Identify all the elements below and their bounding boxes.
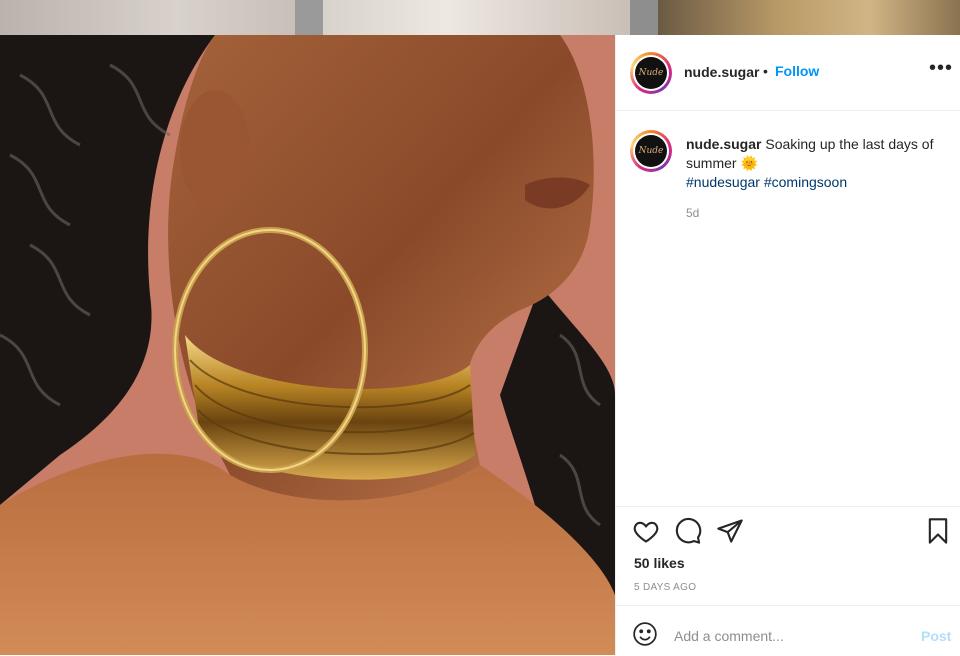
bookmark-icon[interactable]: [924, 517, 954, 547]
background-feed-strip: [0, 0, 960, 35]
background-post-right: [658, 0, 960, 35]
sun-emoji-icon: 🌞: [740, 155, 758, 171]
username-link[interactable]: nude.sugar: [684, 64, 759, 80]
comment-bar: Add a comment... Post: [616, 605, 960, 656]
action-bar: 50 likes 5 DAYS AGO: [616, 506, 960, 607]
caption-avatar-logo: Nude: [635, 135, 667, 167]
caption-avatar[interactable]: Nude: [630, 130, 672, 172]
caption-username[interactable]: nude.sugar: [686, 136, 761, 152]
background-divider-right: [630, 0, 658, 35]
photo-illustration: [0, 35, 615, 655]
hashtag-link-nudesugar[interactable]: #nudesugar: [686, 174, 760, 190]
heart-icon[interactable]: [632, 517, 662, 547]
comment-input[interactable]: Add a comment...: [674, 628, 784, 644]
avatar-logo: Nude: [635, 57, 667, 89]
caption-age: 5d: [686, 206, 700, 220]
caption-text: nude.sugar Soaking up the last days of s…: [686, 135, 936, 192]
background-divider-left: [295, 0, 323, 35]
avatar[interactable]: Nude: [630, 52, 672, 94]
post-comment-button[interactable]: Post: [921, 628, 951, 644]
follow-button[interactable]: Follow: [775, 63, 819, 79]
background-post-center: [323, 0, 630, 35]
post-side-panel: Nude nude.sugar • Follow ••• Nude nude.s…: [615, 35, 960, 655]
separator-dot: •: [763, 63, 768, 79]
background-post-left: [0, 0, 295, 35]
hashtag-link-comingsoon[interactable]: #comingsoon: [764, 174, 847, 190]
share-icon[interactable]: [716, 517, 746, 547]
post-photo[interactable]: [0, 35, 615, 655]
more-options-icon[interactable]: •••: [929, 57, 953, 80]
post-date: 5 DAYS AGO: [634, 582, 697, 593]
likes-count[interactable]: 50 likes: [634, 555, 685, 571]
post-header: Nude nude.sugar • Follow •••: [616, 35, 960, 111]
comment-icon[interactable]: [674, 517, 704, 547]
smile-icon[interactable]: [632, 621, 658, 647]
